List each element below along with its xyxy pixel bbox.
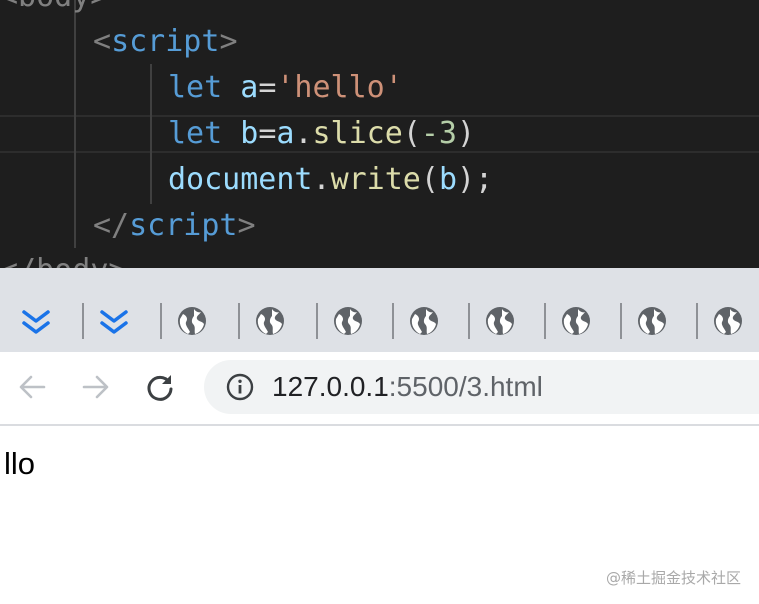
bookmark-separator [544,303,546,339]
page-output-text: llo [4,446,36,481]
address-bar[interactable]: 127.0.0.1:5500/3.html [204,360,759,414]
globe-icon[interactable] [254,305,286,337]
globe-icon[interactable] [712,305,744,337]
arrow-left-icon[interactable] [16,371,48,403]
globe-icon[interactable] [636,305,668,337]
url-text[interactable]: 127.0.0.1:5500/3.html [272,360,543,414]
bookmark-separator [468,303,470,339]
bookmark-chevron-icon[interactable] [98,305,130,337]
indent-guide [150,64,152,204]
globe-icon[interactable] [560,305,592,337]
reload-icon[interactable] [144,371,176,403]
bookmark-separator [160,303,162,339]
code-line-3: document.write(b); [168,162,494,197]
indent-guide [74,0,76,248]
globe-icon[interactable] [484,305,516,337]
code-line-1: let a='hello' [168,70,403,105]
code-line-body-close: </body> [0,248,126,268]
code-line-script-open: <script> [93,24,238,59]
code-line-script-close: </script> [93,208,256,243]
code-editor[interactable]: <body> <script> let a='hello' let b=a.sl… [0,0,759,268]
globe-icon[interactable] [408,305,440,337]
bookmark-chevron-icon[interactable] [20,305,52,337]
bookmark-separator [696,303,698,339]
bookmark-separator [82,303,84,339]
bookmark-separator [392,303,394,339]
bookmark-separator [238,303,240,339]
code-line-body-open: <body> [0,0,108,20]
watermark: @稀土掘金技术社区 [605,569,741,587]
arrow-right-icon[interactable] [80,371,112,403]
browser-toolbar: 127.0.0.1:5500/3.html [0,352,759,426]
bookmark-separator [620,303,622,339]
globe-icon[interactable] [176,305,208,337]
info-icon[interactable] [226,373,254,401]
globe-icon[interactable] [332,305,364,337]
code-line-2: let b=a.slice(-3) [168,116,476,151]
bookmark-separator [316,303,318,339]
bookmarks-bar [0,268,759,352]
